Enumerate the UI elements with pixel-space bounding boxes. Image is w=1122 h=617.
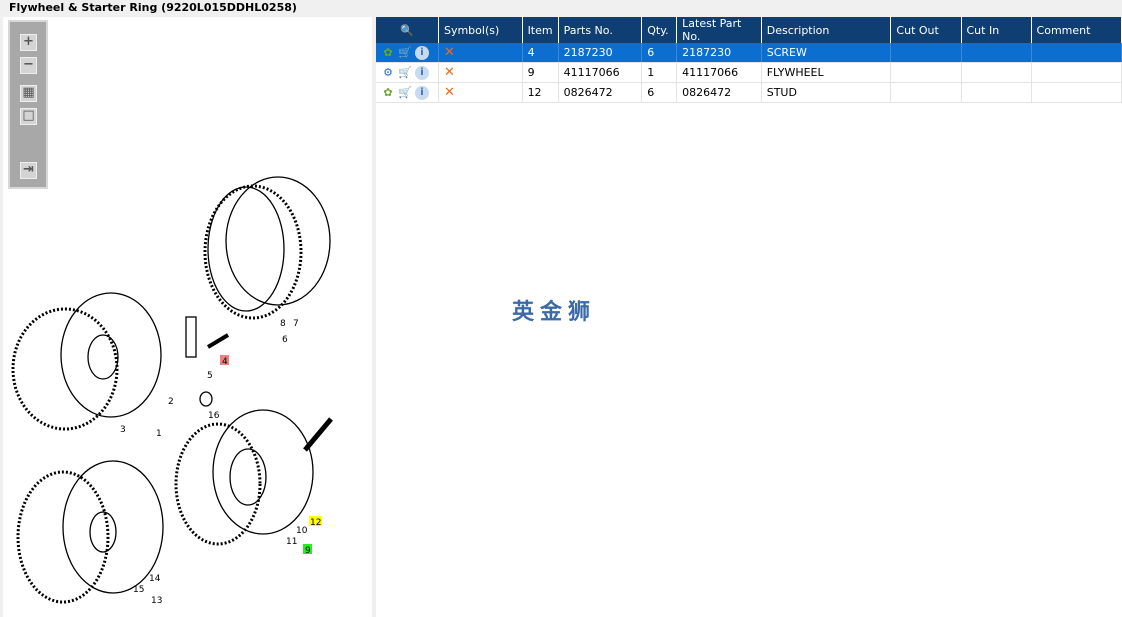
gear-icon[interactable]: ✿ xyxy=(381,46,395,60)
svg-text:9: 9 xyxy=(305,546,311,556)
item-cell: 9 xyxy=(522,62,559,83)
find-icon[interactable]: 🔍 xyxy=(376,17,439,43)
svg-text:13: 13 xyxy=(151,596,162,606)
info-icon[interactable]: i xyxy=(415,65,429,80)
svg-text:10: 10 xyxy=(296,526,308,536)
svg-text:5: 5 xyxy=(207,371,213,381)
col-latest-part-no[interactable]: Latest Part No. xyxy=(676,17,762,43)
close-icon: ✕ xyxy=(443,65,455,80)
item-cell: 4 xyxy=(522,43,559,63)
gears-icon[interactable]: ⚙ xyxy=(381,66,395,80)
svg-text:3: 3 xyxy=(120,425,126,435)
comment-cell[interactable] xyxy=(1031,62,1122,83)
svg-text:14: 14 xyxy=(149,574,161,584)
cut-out-cell xyxy=(890,82,962,103)
part-no-cell: 41117066 xyxy=(558,62,643,83)
svg-text:8: 8 xyxy=(280,319,286,329)
flywheel-bottom-right xyxy=(174,409,333,546)
table-row[interactable]: ✿ 🛒 i ✕ 12 0826472 6 0826472 STUD xyxy=(376,82,1122,103)
svg-text:7: 7 xyxy=(293,319,299,329)
cart-icon[interactable]: 🛒 xyxy=(398,66,412,80)
col-comment[interactable]: Comment xyxy=(1031,17,1122,43)
cut-in-cell xyxy=(961,43,1032,63)
svg-text:4: 4 xyxy=(222,357,228,367)
flywheel-bottom-left xyxy=(16,460,164,604)
table-header: 🔍 Symbol(s) Item Parts No. Qty. Latest P… xyxy=(376,17,1122,43)
watermark: 英金狮 xyxy=(512,300,597,325)
svg-text:16: 16 xyxy=(208,411,220,421)
col-qty[interactable]: Qty. xyxy=(641,17,678,43)
parts-table: 🔍 Symbol(s) Item Parts No. Qty. Latest P… xyxy=(376,17,1122,103)
col-description[interactable]: Description xyxy=(761,17,892,43)
item-cell: 12 xyxy=(522,82,559,103)
cut-out-cell xyxy=(890,62,962,83)
info-icon[interactable]: i xyxy=(415,45,429,60)
svg-text:6: 6 xyxy=(282,335,288,345)
description-cell: SCREW xyxy=(761,43,892,63)
flywheel-top xyxy=(203,176,331,320)
table-row[interactable]: ⚙ 🛒 i ✕ 9 41117066 1 41117066 FLYWHEEL xyxy=(376,62,1122,83)
diagram-panel[interactable]: + − ▦ □ ⇥ 12 3 4 56 78 9 10 11 12 13 14 15… xyxy=(3,17,372,617)
window-title: Flywheel & Starter Ring (9220L015DDHL025… xyxy=(9,1,297,14)
gear-icon[interactable]: ✿ xyxy=(381,86,395,100)
cart-icon[interactable]: 🛒 xyxy=(398,86,412,100)
comment-cell[interactable] xyxy=(1031,43,1122,63)
svg-text:2: 2 xyxy=(168,397,174,407)
close-icon: ✕ xyxy=(443,85,455,100)
exploded-parts-drawing: 12 3 4 56 78 9 1011 12 1314 1516 xyxy=(11,176,333,606)
col-cut-out[interactable]: Cut Out xyxy=(890,17,962,43)
part-no-cell: 2187230 xyxy=(558,43,643,63)
info-icon[interactable]: i xyxy=(415,85,429,100)
col-cut-in[interactable]: Cut In xyxy=(961,17,1032,43)
part-no-cell: 0826472 xyxy=(558,82,643,103)
col-parts-no[interactable]: Parts No. xyxy=(558,17,643,43)
cut-in-cell xyxy=(961,82,1032,103)
parts-list-panel: 🔍 Symbol(s) Item Parts No. Qty. Latest P… xyxy=(376,17,1122,617)
qty-cell: 6 xyxy=(641,82,678,103)
svg-text:1: 1 xyxy=(156,429,162,439)
col-symbols[interactable]: Symbol(s) xyxy=(438,17,523,43)
cart-icon[interactable]: 🛒 xyxy=(398,46,412,60)
description-cell: STUD xyxy=(761,82,892,103)
svg-text:12: 12 xyxy=(310,518,321,528)
svg-text:15: 15 xyxy=(133,585,144,595)
latest-part-cell: 41117066 xyxy=(676,62,762,83)
latest-part-cell: 0826472 xyxy=(676,82,762,103)
qty-cell: 1 xyxy=(641,62,678,83)
flywheel-left xyxy=(11,292,162,431)
qty-cell: 6 xyxy=(641,43,678,63)
latest-part-cell: 2187230 xyxy=(676,43,762,63)
svg-text:11: 11 xyxy=(286,537,297,547)
table-row[interactable]: ✿ 🛒 i ✕ 4 2187230 6 2187230 SCREW xyxy=(376,43,1122,63)
col-item[interactable]: Item xyxy=(522,17,559,43)
cut-out-cell xyxy=(890,43,962,63)
close-icon: ✕ xyxy=(443,45,455,60)
comment-cell[interactable] xyxy=(1031,82,1122,103)
cut-in-cell xyxy=(961,62,1032,83)
description-cell: FLYWHEEL xyxy=(761,62,892,83)
